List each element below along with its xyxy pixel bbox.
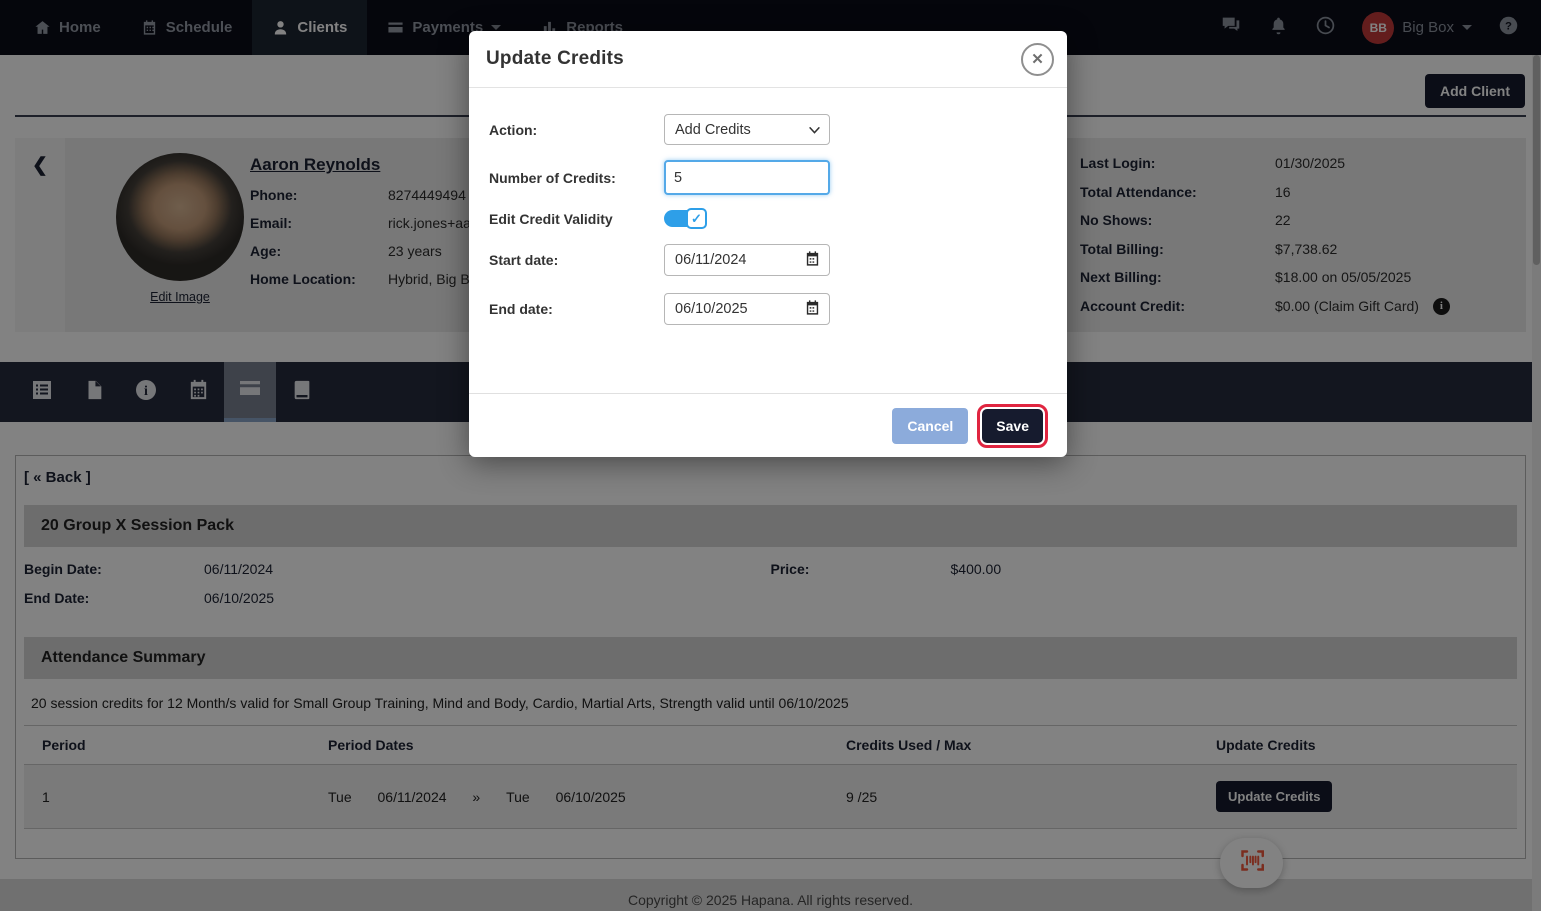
cancel-button[interactable]: Cancel <box>892 408 968 444</box>
action-selected-value: Add Credits <box>675 122 751 138</box>
save-highlight-ring: Save <box>977 404 1048 448</box>
modal-body: Action: Add Credits Number of Credits: E… <box>469 88 1067 325</box>
end-date-label: End date: <box>489 301 664 317</box>
end-date-value: 06/10/2025 <box>675 301 748 317</box>
calendar-icon <box>804 250 821 271</box>
update-credits-modal: Update Credits ✕ Action: Add Credits Num… <box>469 31 1067 457</box>
start-date-label: Start date: <box>489 252 664 268</box>
chevron-down-icon <box>809 122 820 138</box>
start-date-input[interactable]: 06/11/2024 <box>664 244 830 276</box>
credits-label: Number of Credits: <box>489 170 664 186</box>
start-date-value: 06/11/2024 <box>675 252 747 268</box>
save-button[interactable]: Save <box>982 409 1043 443</box>
start-date-row: Start date: 06/11/2024 <box>489 244 1067 276</box>
calendar-icon <box>804 299 821 320</box>
end-date-row-modal: End date: 06/10/2025 <box>489 293 1067 325</box>
action-select[interactable]: Add Credits <box>664 114 830 145</box>
end-date-input[interactable]: 06/10/2025 <box>664 293 830 325</box>
close-icon[interactable]: ✕ <box>1021 43 1054 76</box>
number-of-credits-input[interactable] <box>664 160 830 195</box>
edit-credit-validity-row: Edit Credit Validity ✓ <box>489 210 1067 227</box>
modal-header: Update Credits ✕ <box>469 31 1067 88</box>
toggle-knob-check-icon: ✓ <box>686 208 707 229</box>
modal-footer: Cancel Save <box>469 393 1067 457</box>
modal-title: Update Credits <box>486 48 624 70</box>
action-label: Action: <box>489 122 664 138</box>
number-of-credits-row: Number of Credits: <box>489 160 1067 195</box>
validity-label: Edit Credit Validity <box>489 211 664 227</box>
action-row: Action: Add Credits <box>489 114 1067 145</box>
edit-validity-toggle[interactable]: ✓ <box>664 210 705 227</box>
